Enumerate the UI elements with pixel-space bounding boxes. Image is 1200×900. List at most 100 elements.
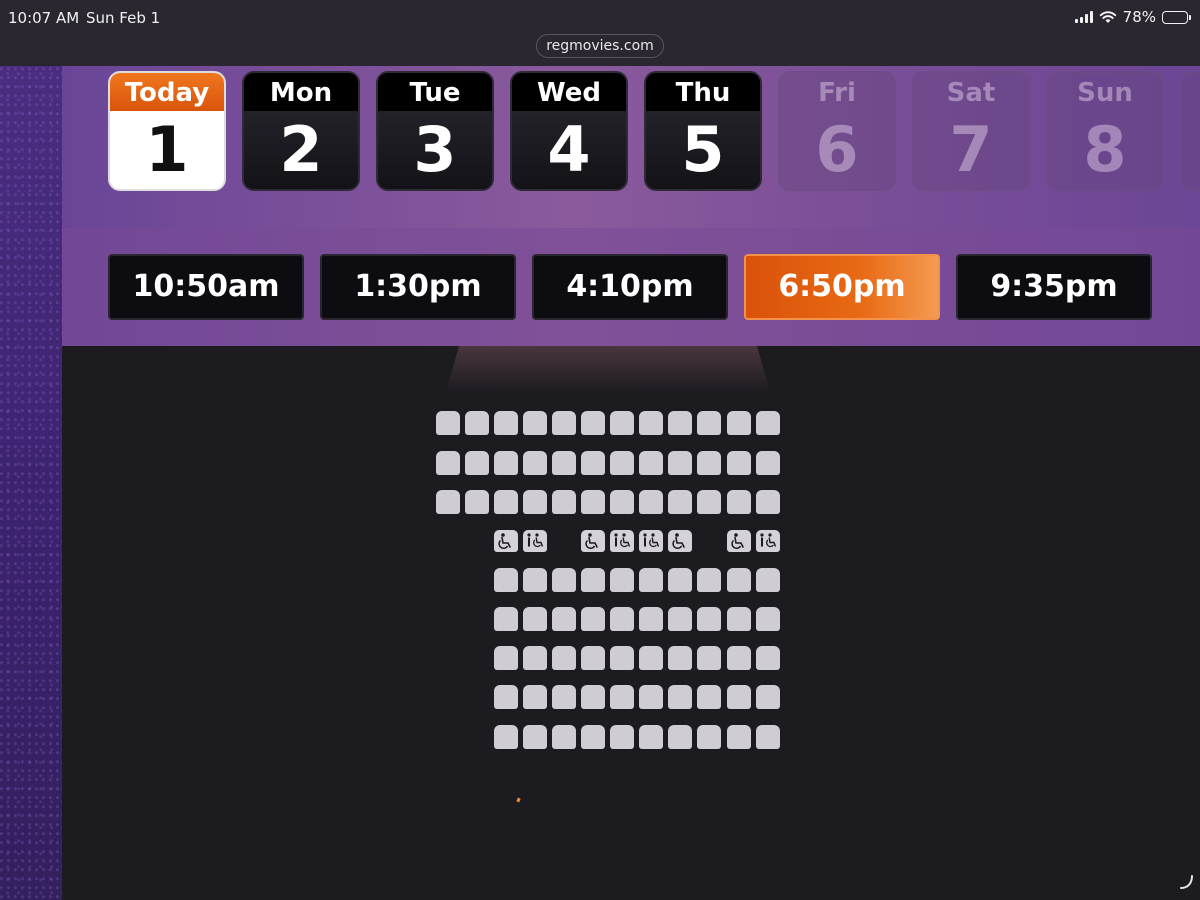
seat[interactable] [668,725,692,749]
showtime-button-2[interactable]: 4:10pm [532,254,728,320]
seat[interactable] [581,451,605,475]
companion-seat[interactable] [756,530,780,552]
seat[interactable] [610,685,634,709]
seat[interactable] [494,725,518,749]
seat[interactable] [697,646,721,670]
day-card-mon[interactable]: Mon 2 [242,71,360,191]
day-card-tue[interactable]: Tue 3 [376,71,494,191]
seat[interactable] [523,646,547,670]
seat[interactable] [727,411,751,435]
seat[interactable] [581,490,605,514]
seat[interactable] [756,451,780,475]
seat[interactable] [465,451,489,475]
seat[interactable] [639,568,663,592]
seat[interactable] [494,490,518,514]
seat[interactable] [581,411,605,435]
seat[interactable] [668,451,692,475]
seat[interactable] [697,490,721,514]
seat[interactable] [756,411,780,435]
seat[interactable] [581,568,605,592]
seat[interactable] [727,451,751,475]
seat[interactable] [697,685,721,709]
seat[interactable] [581,725,605,749]
seat[interactable] [639,607,663,631]
wheelchair-seat[interactable] [727,530,751,552]
seat[interactable] [727,490,751,514]
seat[interactable] [552,607,576,631]
seat[interactable] [697,725,721,749]
seat[interactable] [494,451,518,475]
showtime-button-4[interactable]: 9:35pm [956,254,1152,320]
seat[interactable] [523,451,547,475]
seat[interactable] [465,411,489,435]
seat[interactable] [610,568,634,592]
seat[interactable] [552,646,576,670]
seat[interactable] [756,685,780,709]
seat[interactable] [639,451,663,475]
seat[interactable] [727,685,751,709]
seat[interactable] [639,646,663,670]
seat[interactable] [727,568,751,592]
seat[interactable] [756,725,780,749]
showtime-button-3[interactable]: 6:50pm [744,254,940,320]
seat[interactable] [727,607,751,631]
seat[interactable] [552,568,576,592]
wheelchair-seat[interactable] [581,530,605,552]
seat[interactable] [581,646,605,670]
seat[interactable] [523,568,547,592]
seat[interactable] [639,725,663,749]
seat[interactable] [494,607,518,631]
companion-seat[interactable] [610,530,634,552]
companion-seat[interactable] [639,530,663,552]
seat[interactable] [494,646,518,670]
seat[interactable] [523,685,547,709]
seat[interactable] [610,411,634,435]
seat[interactable] [552,490,576,514]
showtime-button-1[interactable]: 1:30pm [320,254,516,320]
seat[interactable] [494,568,518,592]
url-bar[interactable]: regmovies.com [536,34,664,58]
seat[interactable] [552,725,576,749]
seat[interactable] [523,490,547,514]
showtime-button-0[interactable]: 10:50am [108,254,304,320]
seat[interactable] [756,607,780,631]
seat[interactable] [668,568,692,592]
seat[interactable] [756,490,780,514]
seat[interactable] [697,411,721,435]
seat[interactable] [523,607,547,631]
seat[interactable] [523,725,547,749]
seat[interactable] [581,607,605,631]
companion-seat[interactable] [523,530,547,552]
seat[interactable] [668,685,692,709]
seat[interactable] [727,725,751,749]
wheelchair-seat[interactable] [668,530,692,552]
seat[interactable] [436,490,460,514]
day-card-thu[interactable]: Thu 5 [644,71,762,191]
seat[interactable] [639,685,663,709]
seat[interactable] [639,490,663,514]
seat[interactable] [610,451,634,475]
seat[interactable] [610,725,634,749]
seat[interactable] [552,685,576,709]
seat[interactable] [436,451,460,475]
seat[interactable] [610,490,634,514]
seat[interactable] [756,646,780,670]
seat[interactable] [465,490,489,514]
seat[interactable] [756,568,780,592]
wheelchair-seat[interactable] [494,530,518,552]
seat[interactable] [552,411,576,435]
day-card-today[interactable]: Today 1 [108,71,226,191]
seat[interactable] [697,607,721,631]
seat[interactable] [523,411,547,435]
day-card-wed[interactable]: Wed 4 [510,71,628,191]
seat[interactable] [610,607,634,631]
seat[interactable] [610,646,634,670]
seat[interactable] [727,646,751,670]
seat[interactable] [494,685,518,709]
seat[interactable] [494,411,518,435]
seat[interactable] [436,411,460,435]
seat[interactable] [668,411,692,435]
seat[interactable] [639,411,663,435]
seat[interactable] [552,451,576,475]
seat[interactable] [697,451,721,475]
